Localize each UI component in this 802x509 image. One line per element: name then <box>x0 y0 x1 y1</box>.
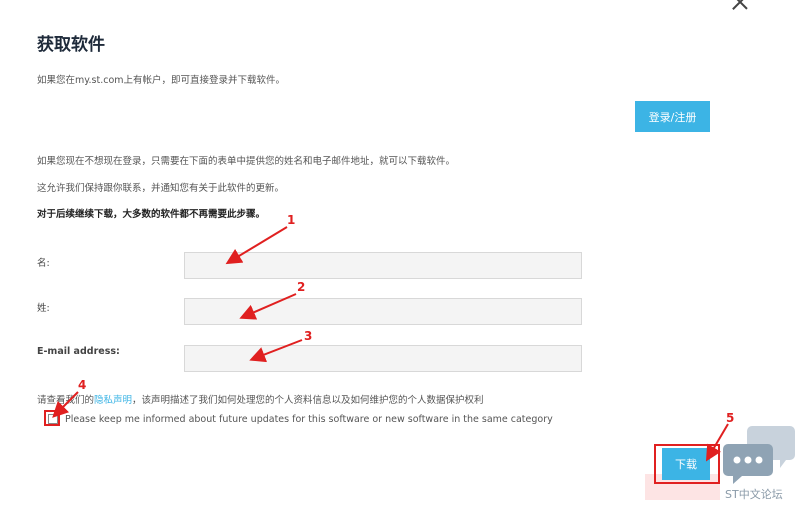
privacy-suffix: ，该声明描述了我们如何处理您的个人资料信息以及如何维护您的个人数据保护权利 <box>132 395 484 406</box>
annotation-number-1: 1 <box>287 213 296 227</box>
annotation-number-5: 5 <box>726 411 735 425</box>
info-text-1: 如果您现在不想现在登录，只需要在下面的表单中提供您的姓名和电子邮件地址，就可以下… <box>37 156 456 167</box>
download-highlight-box <box>654 444 720 484</box>
annotation-number-2: 2 <box>297 280 306 294</box>
checkbox-highlight-box <box>44 410 60 426</box>
close-icon[interactable] <box>730 0 750 12</box>
last-name-label: 姓: <box>37 303 50 314</box>
email-field[interactable] <box>184 345 582 372</box>
first-name-label: 名: <box>37 258 50 269</box>
annotation-number-4: 4 <box>78 378 87 392</box>
privacy-prefix: 请查看我们的 <box>37 395 95 406</box>
chat-bubbles-icon <box>723 426 795 484</box>
annotation-number-3: 3 <box>304 329 313 343</box>
privacy-notice: 请查看我们的隐私声明，该声明描述了我们如何处理您的个人资料信息以及如何维护您的个… <box>37 392 484 406</box>
first-name-field[interactable] <box>184 252 582 279</box>
last-name-field[interactable] <box>184 298 582 325</box>
login-register-button[interactable]: 登录/注册 <box>635 101 710 132</box>
dialog-title: 获取软件 <box>37 35 105 55</box>
email-label: E-mail address: <box>37 346 120 357</box>
privacy-link[interactable]: 隐私声明 <box>94 395 132 406</box>
intro-text: 如果您在my.st.com上有帐户，即可直接登录并下载软件。 <box>37 75 286 86</box>
info-text-3: 对于后续继续下载，大多数的软件都不再需要此步骤。 <box>37 209 266 220</box>
info-text-2: 这允许我们保持跟你联系，并通知您有关于此软件的更新。 <box>37 183 285 194</box>
updates-checkbox-label: Please keep me informed about future upd… <box>65 414 553 425</box>
watermark-text: ST中文论坛 <box>725 488 783 501</box>
